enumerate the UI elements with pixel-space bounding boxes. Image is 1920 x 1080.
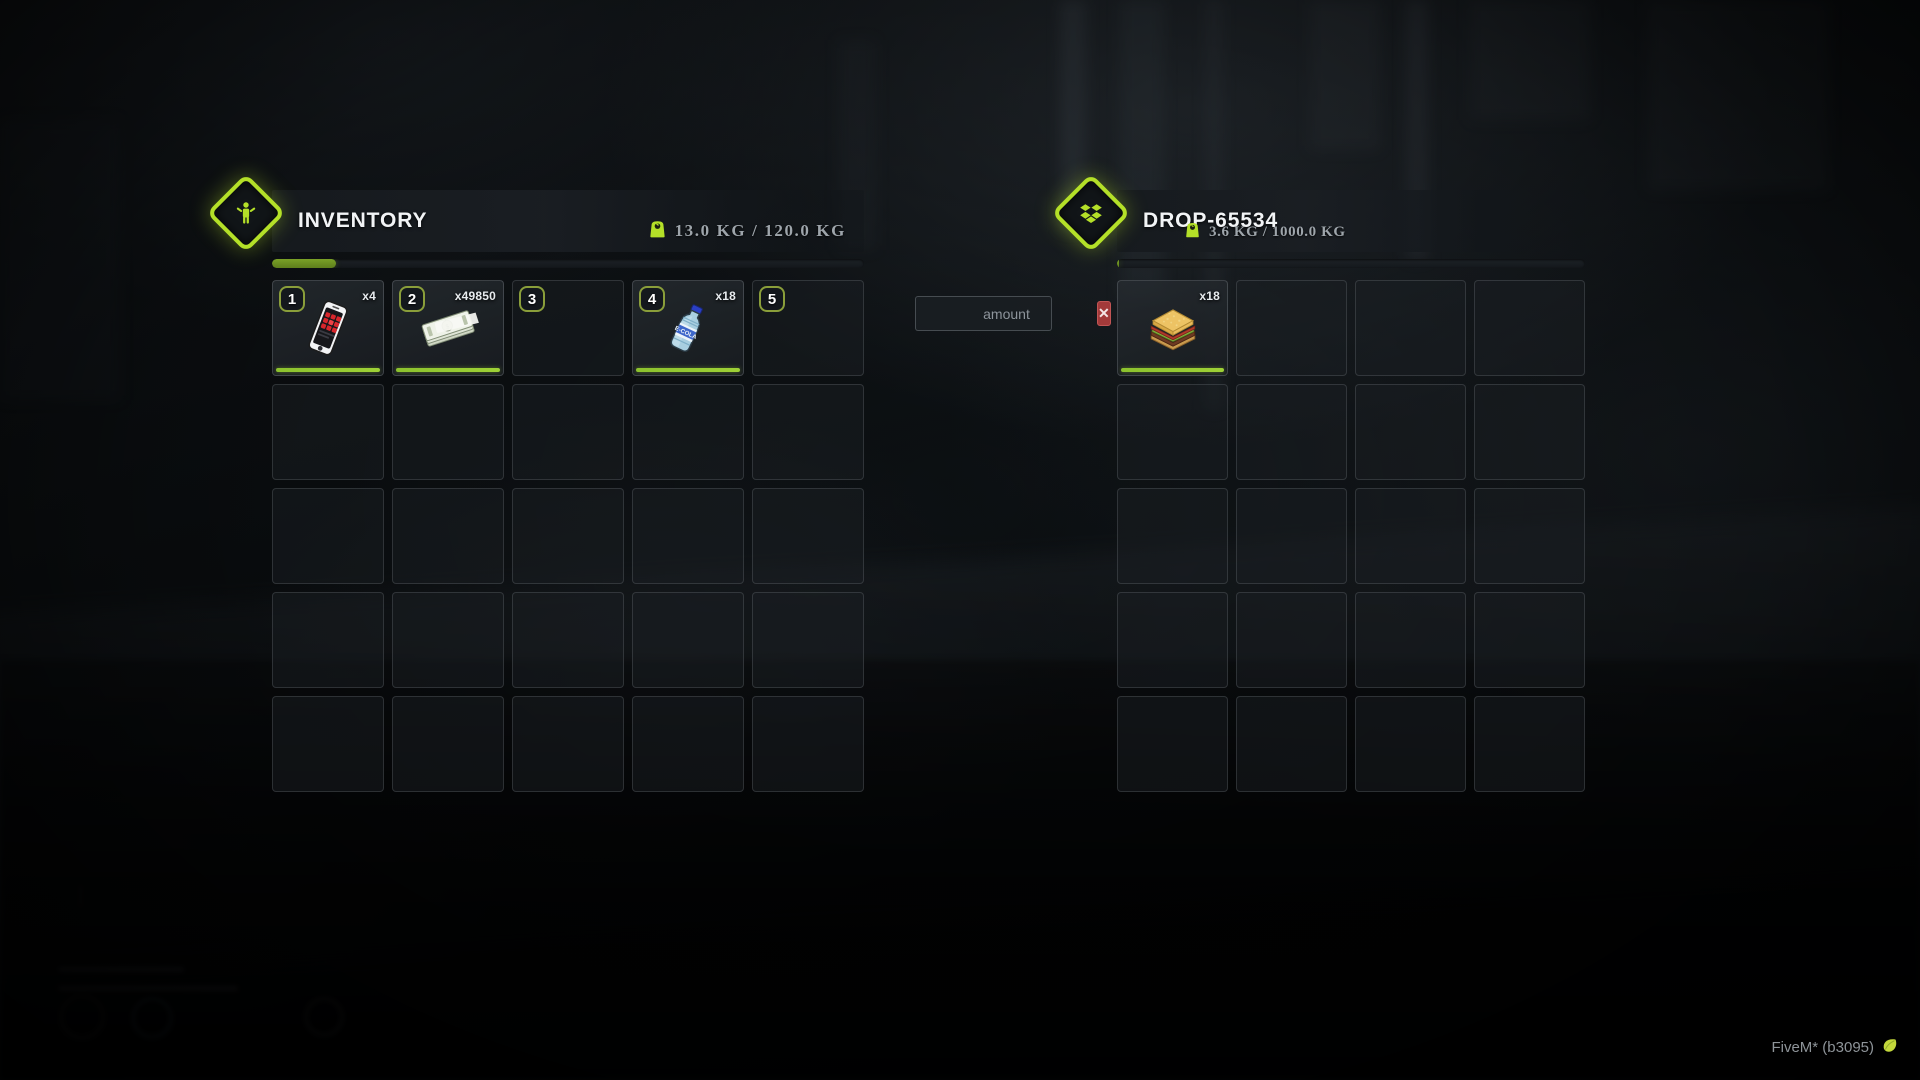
inventory-slot-empty[interactable] bbox=[1236, 280, 1347, 376]
inventory-weight-bar bbox=[272, 259, 864, 268]
inventory-slot-empty[interactable] bbox=[1474, 384, 1585, 480]
fivem-leaf-icon bbox=[1881, 1037, 1898, 1058]
inventory-slot-empty[interactable] bbox=[632, 488, 744, 584]
inventory-slot-empty[interactable] bbox=[1236, 592, 1347, 688]
inventory-slot-empty[interactable] bbox=[752, 384, 864, 480]
inventory-slot-empty[interactable] bbox=[1355, 384, 1466, 480]
inventory-header: INVENTORY 13.0 KG / 120.0 KG bbox=[206, 173, 864, 253]
inventory-weight: 13.0 KG / 120.0 KG bbox=[649, 219, 846, 243]
drop-weight-bar bbox=[1117, 259, 1585, 268]
inventory-slot-empty[interactable] bbox=[1355, 592, 1466, 688]
inventory-slot-empty[interactable] bbox=[1474, 280, 1585, 376]
inventory-slot-empty[interactable]: 5 bbox=[752, 280, 864, 376]
inventory-slot-empty[interactable] bbox=[272, 592, 384, 688]
slot-count-label: x18 bbox=[715, 289, 736, 303]
inventory-slot-empty[interactable] bbox=[632, 696, 744, 792]
inventory-slot-empty[interactable] bbox=[1117, 488, 1228, 584]
inventory-slot-empty[interactable] bbox=[392, 696, 504, 792]
fivem-watermark: FiveM* (b3095) bbox=[1771, 1037, 1898, 1058]
inventory-slot-empty[interactable] bbox=[272, 696, 384, 792]
scale-icon bbox=[1185, 221, 1200, 243]
player-diamond-icon bbox=[206, 173, 286, 253]
inventory-slot-empty[interactable] bbox=[752, 488, 864, 584]
inventory-slot-empty[interactable] bbox=[1117, 384, 1228, 480]
slot-number-badge: 5 bbox=[759, 286, 785, 312]
inventory-slot-empty[interactable] bbox=[1236, 488, 1347, 584]
inventory-slot-empty[interactable] bbox=[1117, 592, 1228, 688]
inventory-grid: 1 x42 $ bbox=[272, 280, 864, 792]
inventory-slot-empty[interactable] bbox=[512, 384, 624, 480]
inventory-slot-empty[interactable] bbox=[1474, 488, 1585, 584]
inventory-slot-empty[interactable] bbox=[752, 696, 864, 792]
slot-count-label: x49850 bbox=[454, 289, 496, 303]
inventory-weight-fill bbox=[272, 259, 336, 268]
inventory-slot-empty[interactable] bbox=[632, 592, 744, 688]
water-icon: E-COLA bbox=[657, 297, 719, 359]
drop-weight: 3.6 KG / 1000.0 KG bbox=[1185, 221, 1346, 243]
inventory-slot-empty[interactable] bbox=[1474, 592, 1585, 688]
slot-durability-bar bbox=[1121, 368, 1224, 372]
money-icon: $ bbox=[417, 297, 488, 359]
watermark-label: FiveM* (b3095) bbox=[1771, 1039, 1874, 1056]
inventory-slot-empty[interactable] bbox=[1474, 696, 1585, 792]
slot-count-label: x18 bbox=[1199, 289, 1220, 303]
inventory-slot-empty[interactable] bbox=[392, 592, 504, 688]
inventory-slot-empty[interactable] bbox=[512, 592, 624, 688]
inventory-slot-empty[interactable] bbox=[1236, 696, 1347, 792]
inventory-slot-empty[interactable] bbox=[272, 384, 384, 480]
inventory-slot-empty[interactable] bbox=[632, 384, 744, 480]
inventory-slot-empty[interactable] bbox=[512, 696, 624, 792]
inventory-weight-text: 13.0 KG / 120.0 KG bbox=[674, 221, 846, 240]
slot-durability-bar bbox=[396, 368, 500, 372]
inventory-slot-empty[interactable] bbox=[752, 592, 864, 688]
drop-header: DROP-65534 3.6 KG / 1000.0 KG bbox=[1051, 173, 1585, 253]
inventory-slot-empty[interactable] bbox=[1355, 488, 1466, 584]
drop-grid: x18 bbox=[1117, 280, 1585, 792]
inventory-overlay: INVENTORY 13.0 KG / 120.0 KG 1 x4 2 x498… bbox=[0, 0, 1920, 1080]
slot-number-badge: 3 bbox=[519, 286, 545, 312]
scale-icon bbox=[649, 219, 666, 243]
slot-durability-bar bbox=[636, 368, 740, 372]
inventory-panel: INVENTORY 13.0 KG / 120.0 KG 1 x4 2 x498… bbox=[206, 173, 864, 792]
inventory-slot-empty[interactable] bbox=[392, 384, 504, 480]
inventory-slot-empty[interactable] bbox=[1355, 696, 1466, 792]
inventory-slot-empty[interactable] bbox=[1355, 280, 1466, 376]
inventory-slot-item[interactable]: x18 bbox=[1117, 280, 1228, 376]
inventory-slot-empty[interactable] bbox=[512, 488, 624, 584]
inventory-slot-empty[interactable]: 3 bbox=[512, 280, 624, 376]
slot-durability-bar bbox=[276, 368, 380, 372]
inventory-title: INVENTORY bbox=[298, 209, 428, 232]
slot-count-label: x4 bbox=[362, 289, 376, 303]
phone-icon bbox=[297, 297, 359, 359]
inventory-slot-empty[interactable] bbox=[392, 488, 504, 584]
inventory-slot-empty[interactable] bbox=[1117, 696, 1228, 792]
inventory-slot-empty[interactable] bbox=[272, 488, 384, 584]
dropbox-diamond-icon bbox=[1051, 173, 1131, 253]
inventory-slot-empty[interactable] bbox=[1236, 384, 1347, 480]
drop-weight-fill bbox=[1117, 259, 1120, 268]
drop-panel: DROP-65534 3.6 KG / 1000.0 KG x18 bbox=[1051, 173, 1585, 792]
drop-weight-text: 3.6 KG / 1000.0 KG bbox=[1209, 223, 1346, 240]
amount-field-container[interactable]: ✕ bbox=[915, 296, 1111, 331]
game-screen: INVENTORY 13.0 KG / 120.0 KG 1 x4 2 x498… bbox=[0, 0, 1920, 1080]
sandwich-icon bbox=[1142, 297, 1204, 359]
inventory-slot-item[interactable]: 2 $ x49850 bbox=[392, 280, 504, 376]
amount-clear-button[interactable]: ✕ bbox=[1097, 301, 1111, 326]
amount-input[interactable] bbox=[916, 297, 1097, 330]
inventory-slot-item[interactable]: 4 E-COLA x18 bbox=[632, 280, 744, 376]
inventory-slot-item[interactable]: 1 x4 bbox=[272, 280, 384, 376]
